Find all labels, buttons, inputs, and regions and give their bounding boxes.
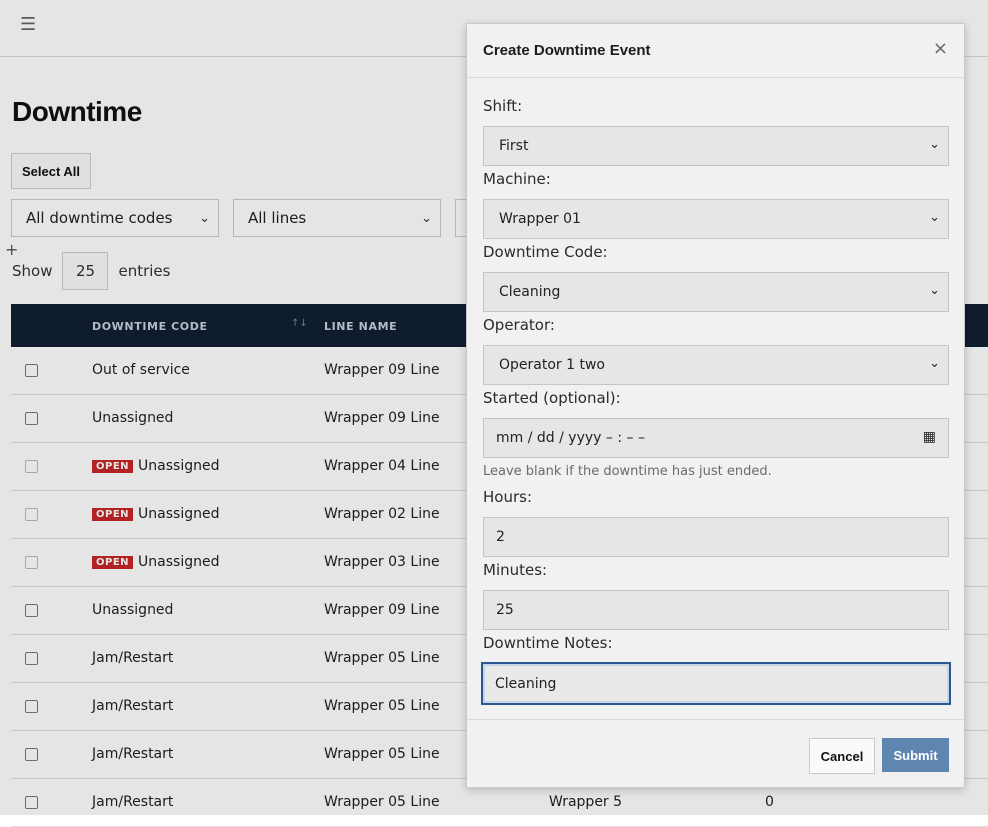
started-placeholder: mm / dd / yyyy – : – –	[496, 430, 645, 446]
calendar-icon[interactable]: ▦	[923, 429, 936, 445]
operator-label: Operator:	[483, 316, 555, 334]
machine-value: Wrapper 01	[499, 211, 581, 227]
hours-value: 2	[496, 529, 505, 545]
modal-title: Create Downtime Event	[483, 42, 651, 59]
chevron-down-icon: ⌄	[929, 283, 940, 298]
machine-label: Machine:	[483, 170, 551, 188]
started-hint: Leave blank if the downtime has just end…	[483, 464, 772, 479]
submit-button[interactable]: Submit	[882, 738, 949, 772]
shift-select[interactable]: First ⌄	[483, 126, 949, 166]
notes-input[interactable]: Cleaning	[481, 662, 951, 705]
downtime-code-label: Downtime Code:	[483, 243, 608, 261]
hours-input[interactable]: 2	[483, 517, 949, 557]
close-icon[interactable]: ×	[933, 38, 948, 59]
chevron-down-icon: ⌄	[929, 356, 940, 371]
create-downtime-modal: Create Downtime Event × Shift: First ⌄ M…	[466, 23, 965, 788]
notes-value: Cleaning	[495, 675, 557, 692]
started-label: Started (optional):	[483, 389, 621, 407]
minutes-label: Minutes:	[483, 561, 548, 579]
hours-label: Hours:	[483, 488, 532, 506]
downtime-code-value: Cleaning	[499, 284, 561, 300]
cancel-button[interactable]: Cancel	[809, 738, 875, 774]
chevron-down-icon: ⌄	[929, 137, 940, 152]
notes-label: Downtime Notes:	[483, 634, 613, 652]
shift-label: Shift:	[483, 97, 523, 115]
started-datetime-input[interactable]: mm / dd / yyyy – : – – ▦	[483, 418, 949, 458]
minutes-value: 25	[496, 602, 514, 618]
operator-value: Operator 1 two	[499, 357, 605, 373]
machine-select[interactable]: Wrapper 01 ⌄	[483, 199, 949, 239]
operator-select[interactable]: Operator 1 two ⌄	[483, 345, 949, 385]
modal-footer: Cancel Submit	[467, 719, 964, 788]
shift-value: First	[499, 138, 529, 154]
chevron-down-icon: ⌄	[929, 210, 940, 225]
downtime-code-select[interactable]: Cleaning ⌄	[483, 272, 949, 312]
minutes-input[interactable]: 25	[483, 590, 949, 630]
modal-header: Create Downtime Event ×	[467, 24, 964, 78]
